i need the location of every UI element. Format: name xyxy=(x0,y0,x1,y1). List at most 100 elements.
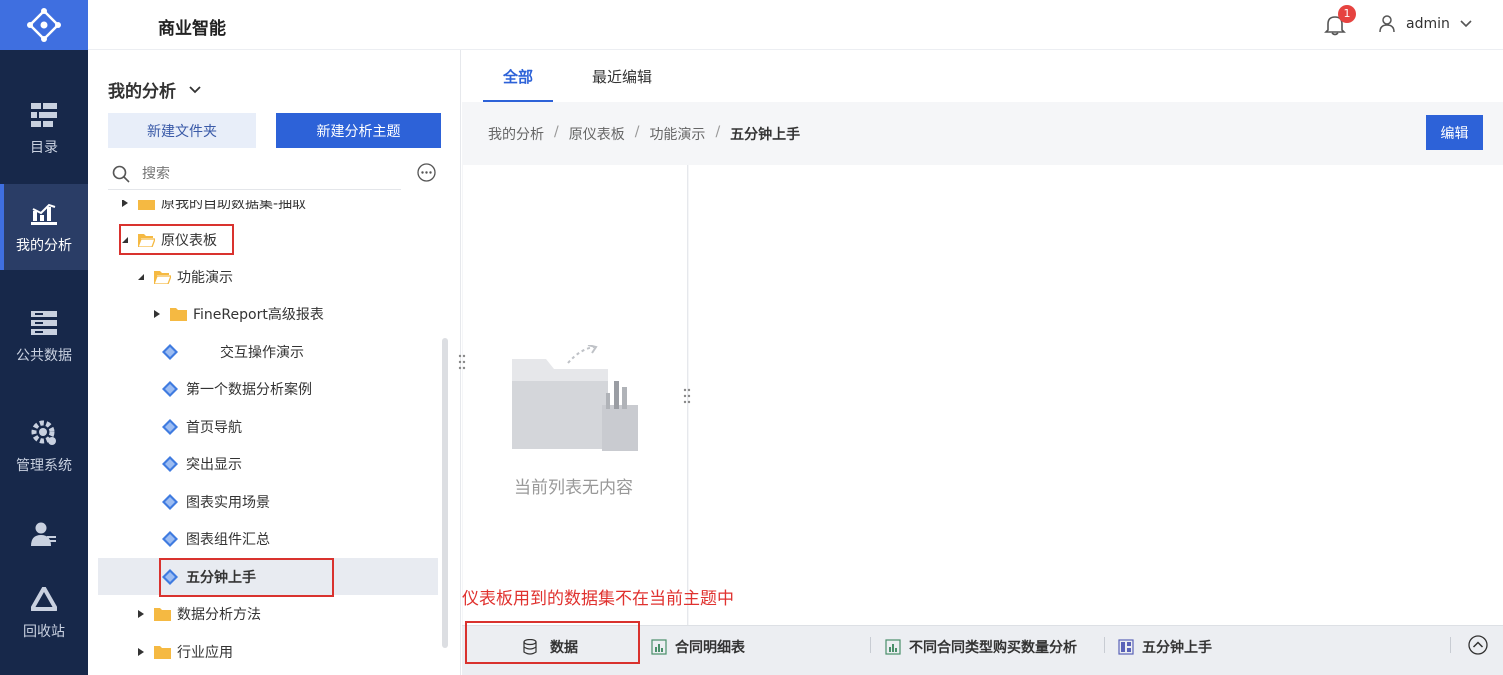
dashboard-canvas xyxy=(689,165,1503,625)
collapse-up-icon[interactable] xyxy=(1468,635,1488,655)
tree-item[interactable]: 突出显示 xyxy=(98,445,438,482)
folder-icon xyxy=(170,307,187,321)
notification-badge: 1 xyxy=(1338,5,1356,23)
empty-list-message: 当前列表无内容 xyxy=(514,478,633,498)
analysis-topic-icon xyxy=(162,343,178,360)
dashboard-icon xyxy=(1118,639,1134,655)
folder-icon xyxy=(154,607,171,621)
app-title: 商业智能 xyxy=(158,19,226,39)
username: admin xyxy=(1406,16,1450,32)
tree-item-label: FineReport高级报表 xyxy=(193,306,324,323)
bottom-tab-dashboard[interactable]: 五分钟上手 xyxy=(1118,637,1212,657)
database-icon xyxy=(523,639,537,655)
tree-item-label: 功能演示 xyxy=(177,269,233,286)
tree-item[interactable]: 原我的自助数据集-抽取 xyxy=(98,200,438,221)
breadcrumb-item[interactable]: 功能演示 xyxy=(649,124,705,144)
nav-item-user-admin[interactable] xyxy=(0,514,88,554)
analysis-topic-icon xyxy=(162,418,178,435)
edit-button[interactable]: 编辑 xyxy=(1426,115,1483,150)
folder-open-icon xyxy=(154,270,171,284)
bar-chart-icon xyxy=(651,639,667,655)
left-nav: 目录 我的分析 公共数据 管理系统 回收站 xyxy=(0,0,88,675)
highlight-box xyxy=(119,224,234,255)
search-icon xyxy=(112,165,130,183)
new-folder-button[interactable]: 新建文件夹 xyxy=(108,113,256,148)
folder-icon xyxy=(154,645,171,659)
new-topic-button[interactable]: 新建分析主题 xyxy=(276,113,441,148)
bottom-tab-label: 合同明细表 xyxy=(675,640,745,656)
drag-handle-icon[interactable] xyxy=(458,353,466,371)
tab-recent-edit[interactable]: 最近编辑 xyxy=(592,66,652,87)
analysis-topic-icon xyxy=(162,530,178,547)
folder-tree: 原我的自助数据集-抽取 原仪表板 功能演示 FineReport高级报表 交互操… xyxy=(88,200,448,675)
tree-item[interactable]: 功能演示 xyxy=(98,258,438,295)
tree-item-label: 交互操作演示 xyxy=(220,344,304,361)
tree-item[interactable]: 交互操作演示 xyxy=(98,333,438,370)
breadcrumb-separator: / xyxy=(715,124,721,140)
caret-right-icon[interactable] xyxy=(136,609,146,619)
tree-item[interactable]: 图表实用场景 xyxy=(98,483,438,520)
tab-separator xyxy=(1450,637,1451,653)
catalog-icon xyxy=(30,101,58,129)
tree-item[interactable]: 第一个数据分析案例 xyxy=(98,370,438,407)
empty-folder-icon xyxy=(512,345,638,451)
tree-item[interactable]: 首页导航 xyxy=(98,408,438,445)
nav-item-management[interactable]: 管理系统 xyxy=(0,404,88,490)
tree-item[interactable]: 图表组件汇总 xyxy=(98,520,438,557)
nav-item-label: 公共数据 xyxy=(16,348,72,364)
bottom-tab-contract-detail[interactable]: 合同明细表 xyxy=(651,637,745,657)
drag-handle-icon[interactable] xyxy=(683,387,691,405)
breadcrumb-item[interactable]: 原仪表板 xyxy=(569,124,625,144)
nav-item-recycle[interactable]: 回收站 xyxy=(0,570,88,656)
logo-icon xyxy=(27,8,61,42)
analysis-topic-icon xyxy=(162,455,178,472)
nav-item-label: 管理系统 xyxy=(16,458,72,474)
tab-all[interactable]: 全部 xyxy=(503,66,533,87)
tree-scrollbar[interactable] xyxy=(442,338,448,648)
chevron-down-icon xyxy=(1460,20,1472,28)
tree-item-label: 第一个数据分析案例 xyxy=(186,381,312,398)
user-menu[interactable]: admin xyxy=(1378,15,1472,33)
breadcrumb-separator: / xyxy=(554,124,559,140)
tree-item[interactable]: 行业应用 xyxy=(98,633,438,670)
gear-icon xyxy=(30,419,58,447)
tree-item-label: 行业应用 xyxy=(177,644,233,661)
tree-item-label: 数据分析方法 xyxy=(177,606,261,623)
nav-item-my-analysis[interactable]: 我的分析 xyxy=(0,184,88,270)
bottom-tab-contract-type-analysis[interactable]: 不同合同类型购买数量分析 xyxy=(885,637,1077,657)
bar-chart-icon xyxy=(885,639,901,655)
panel-title: 我的分析 xyxy=(108,82,176,102)
tree-item-label: 突出显示 xyxy=(186,456,242,473)
chevron-down-icon xyxy=(189,85,201,93)
caret-right-icon[interactable] xyxy=(120,200,130,208)
more-options-icon[interactable] xyxy=(417,163,436,182)
nav-item-public-data[interactable]: 公共数据 xyxy=(0,294,88,380)
caret-right-icon[interactable] xyxy=(136,647,146,657)
bottom-tab-label: 数据 xyxy=(550,640,578,656)
top-header: 商业智能 1 admin xyxy=(88,0,1503,50)
panel-title-dropdown[interactable]: 我的分析 xyxy=(108,77,202,102)
tab-separator xyxy=(870,637,871,653)
tree-item-label: 原我的自助数据集-抽取 xyxy=(161,200,307,212)
breadcrumb: 我的分析 / 原仪表板 / 功能演示 / 五分钟上手 xyxy=(488,124,800,144)
breadcrumb-separator: / xyxy=(634,124,640,140)
tree-item-label: 图表实用场景 xyxy=(186,494,270,511)
nav-item-label: 我的分析 xyxy=(16,238,72,254)
tree-item[interactable]: 数据分析方法 xyxy=(98,595,438,632)
breadcrumb-item[interactable]: 我的分析 xyxy=(488,124,544,144)
caret-right-icon[interactable] xyxy=(152,309,162,319)
tree-item[interactable]: FineReport高级报表 xyxy=(98,295,438,332)
bottom-tab-data[interactable]: 数据 xyxy=(522,637,578,657)
warning-message: 仪表板用到的数据集不在当前主题中 xyxy=(462,589,734,609)
analysis-topic-icon xyxy=(162,493,178,510)
nav-item-catalog[interactable]: 目录 xyxy=(0,86,88,172)
caret-down-icon[interactable] xyxy=(136,272,146,282)
analysis-topic-icon xyxy=(162,380,178,397)
analysis-chart-icon xyxy=(30,199,58,227)
tree-item-label: 图表组件汇总 xyxy=(186,531,270,548)
tab-bar: 全部 最近编辑 xyxy=(462,50,1503,102)
bottom-tab-label: 五分钟上手 xyxy=(1142,640,1212,656)
search-input[interactable] xyxy=(142,165,382,182)
database-icon xyxy=(30,309,58,337)
app-logo[interactable] xyxy=(0,0,88,50)
